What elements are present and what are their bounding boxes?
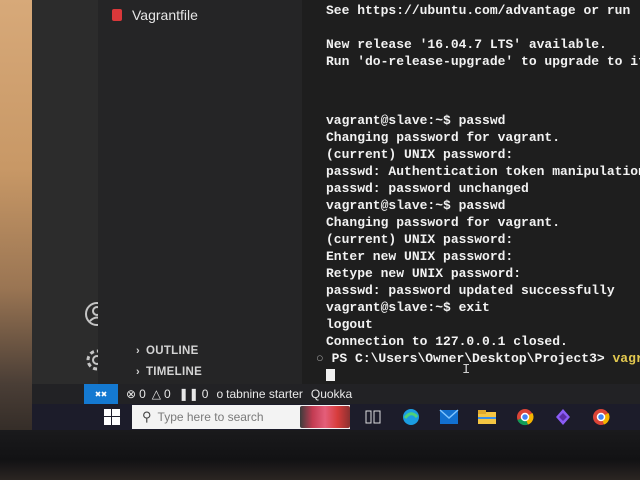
visual-studio-icon[interactable]	[548, 405, 578, 429]
error-icon: ⊗	[126, 387, 137, 401]
chrome-icon[interactable]	[510, 405, 540, 429]
taskbar-search-input[interactable]: ⚲ Type here to search	[132, 405, 350, 429]
mail-icon[interactable]	[434, 405, 464, 429]
terminal-line: (current) UNIX password:	[326, 147, 514, 162]
file-icon	[112, 9, 122, 21]
outline-section[interactable]: › OUTLINE	[136, 345, 199, 357]
chevron-right-icon: ›	[136, 345, 140, 357]
tabnine-icon: o	[216, 387, 224, 401]
search-icon: ⚲	[142, 409, 152, 424]
outline-label: OUTLINE	[145, 345, 199, 357]
terminal-line: passwd: password unchanged	[326, 181, 529, 196]
terminal-line: passwd: password updated successfully	[326, 283, 615, 298]
terminal-line: Connection to 127.0.0.1 closed.	[326, 334, 568, 349]
prompt-marker: ○	[316, 351, 324, 366]
monitor-bezel	[0, 430, 640, 480]
search-highlight-image	[300, 406, 350, 428]
broadcast-icon: ❚❚	[178, 387, 199, 401]
remote-icon	[95, 391, 107, 397]
search-placeholder: Type here to search	[157, 410, 264, 424]
terminal-line: vagrant@slave:~$ exit	[326, 300, 490, 315]
error-count: 0	[139, 387, 146, 401]
problems-indicator[interactable]: ⊗ 0 △ 0	[126, 387, 171, 401]
windows-start-button[interactable]	[92, 404, 132, 430]
file-explorer-icon[interactable]	[472, 405, 502, 429]
terminal-line: logout	[326, 317, 373, 332]
taskbar: ⚲ Type here to search	[32, 404, 640, 430]
side-bar: Vagrantfile › OUTLINE › TIMELINE	[98, 0, 302, 384]
windows-logo-icon	[104, 409, 120, 425]
ports-count: 0	[201, 387, 209, 401]
terminal-prompt: ○ PS C:\Users\Owner\Desktop\Project3> va…	[316, 350, 640, 367]
terminal-line: See https://ubuntu.com/advantage or run	[326, 3, 631, 18]
activity-bar: 1 1	[32, 0, 116, 384]
timeline-label: TIMELINE	[145, 366, 203, 378]
task-view-icon[interactable]	[358, 405, 388, 429]
terminal-cursor	[326, 369, 335, 381]
terminal-line: Changing password for vagrant.	[326, 215, 561, 230]
terminal-line: Retype new UNIX password:	[326, 266, 522, 281]
chrome-icon-2[interactable]	[586, 405, 616, 429]
tabnine-indicator[interactable]: o tabnine starter	[216, 387, 302, 401]
terminal-line: passwd: Authentication token manipulatio…	[326, 164, 640, 179]
ports-indicator[interactable]: ❚❚ 0	[179, 387, 209, 401]
terminal-line: Changing password for vagrant.	[326, 130, 561, 145]
file-name: Vagrantfile	[132, 7, 198, 23]
terminal-line: Run 'do-release-upgrade' to upgrade to i…	[326, 54, 640, 69]
terminal-line: New release '16.04.7 LTS' available.	[326, 37, 607, 52]
warning-icon: △	[151, 387, 161, 401]
prompt-command: vagrant s	[612, 351, 640, 366]
terminal-line: (current) UNIX password:	[326, 232, 514, 247]
file-vagrantfile[interactable]: Vagrantfile	[112, 4, 198, 26]
terminal[interactable]: See https://ubuntu.com/advantage or run N…	[312, 0, 640, 384]
terminal-line: vagrant@slave:~$ passwd	[326, 198, 506, 213]
edge-icon[interactable]	[396, 405, 426, 429]
timeline-section[interactable]: › TIMELINE	[136, 366, 202, 378]
terminal-line: vagrant@slave:~$ passwd	[326, 113, 506, 128]
screen: 1 1 Vagrantfile › OUTLINE › TIMELINE See…	[32, 0, 640, 430]
remote-indicator[interactable]	[84, 384, 118, 404]
chevron-right-icon: ›	[136, 366, 140, 378]
mouse-ibeam-icon: I	[462, 362, 471, 378]
quokka-label: Quokka	[310, 387, 353, 401]
tabnine-label: tabnine starter	[226, 387, 303, 401]
warning-count: 0	[163, 387, 171, 401]
background-desk	[0, 0, 32, 480]
quokka-indicator[interactable]: Quokka	[311, 387, 352, 401]
status-bar: ⊗ 0 △ 0 ❚❚ 0 o tabnine starter Quokka	[32, 384, 640, 404]
terminal-line: Enter new UNIX password:	[326, 249, 514, 264]
